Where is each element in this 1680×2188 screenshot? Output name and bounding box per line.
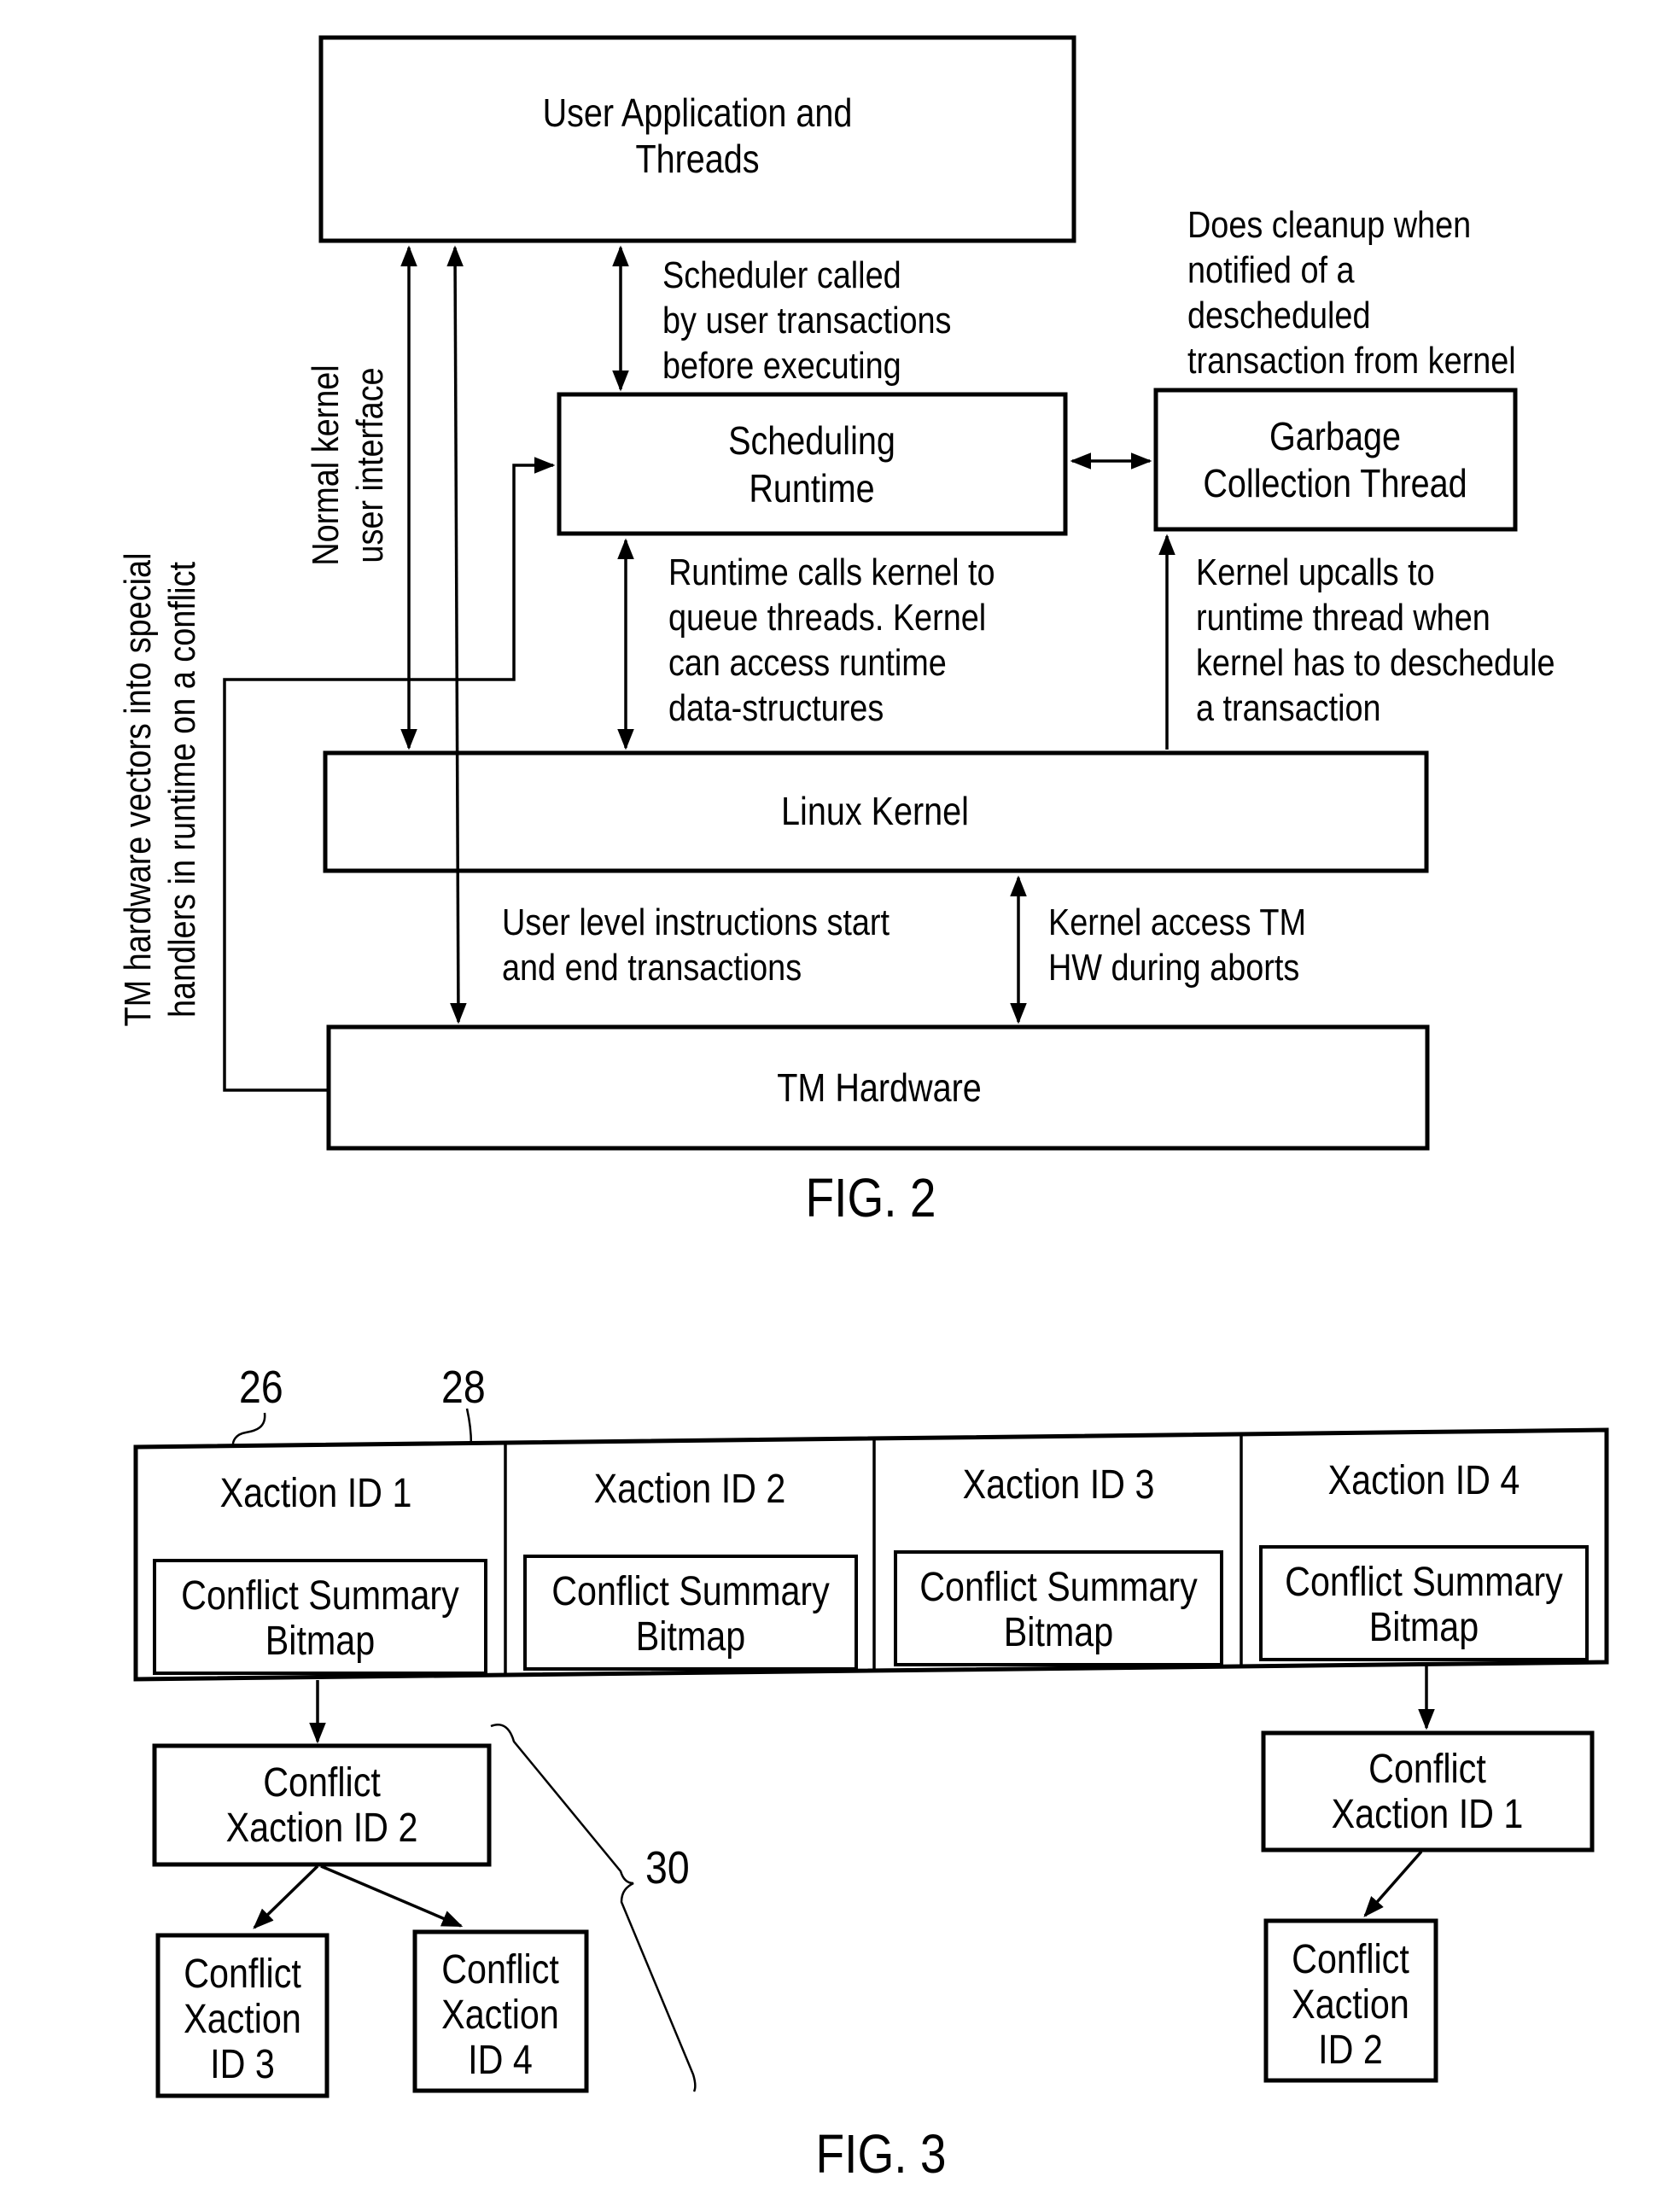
note-line: transaction from kernel <box>1187 339 1516 381</box>
conflict-node-label: Conflict <box>1292 1936 1409 1982</box>
bitmap-label-line: Conflict Summary <box>551 1568 830 1614</box>
kernel-access-tm-note: Kernel access TM HW during aborts <box>1048 901 1306 988</box>
transaction-id-label: Xaction ID 3 <box>963 1462 1155 1508</box>
conflict-node-label: ID 3 <box>210 2041 275 2087</box>
tm-hardware-label: TM Hardware <box>777 1066 982 1110</box>
user-to-tm-hardware-arrow <box>446 245 467 1024</box>
patent-figures: User Application and Threads Scheduling … <box>116 35 1609 2185</box>
transaction-id-label: Xaction ID 1 <box>220 1470 412 1516</box>
fig3: 26 28 Xaction ID 1 Conflict Summary Bitm… <box>133 1361 1609 2185</box>
conflict-node-label: Conflict <box>184 1951 301 1997</box>
ref-label-30: 30 <box>645 1841 690 1893</box>
bitmap-label-line: Bitmap <box>1369 1604 1479 1650</box>
conflict-node-x1-3: Conflict Xaction ID 3 <box>155 1933 330 2098</box>
note-line: Kernel access TM <box>1048 901 1306 942</box>
note-line: Scheduler called <box>662 254 901 295</box>
note-line: User level instructions start <box>502 901 890 942</box>
note-line: Does cleanup when <box>1187 203 1471 245</box>
bitmap-label-line: Bitmap <box>636 1613 745 1660</box>
note-line: user interface <box>348 367 390 563</box>
does-cleanup-note: Does cleanup when notified of a deschedu… <box>1187 203 1516 381</box>
fig3-caption: FIG. 3 <box>816 2123 947 2185</box>
note-line: TM hardware vectors into special <box>116 553 158 1027</box>
bitmap-label-line: Conflict Summary <box>919 1564 1198 1610</box>
conflict-2-to-4-arrow <box>320 1864 464 1928</box>
note-line: can access runtime <box>668 641 947 683</box>
note-line: runtime thread when <box>1196 596 1490 638</box>
note-line: HW during aborts <box>1048 946 1299 988</box>
bitmap-label-line: Conflict Summary <box>181 1572 459 1619</box>
user-application-label-line2: Threads <box>635 137 759 181</box>
note-line: Runtime calls kernel to <box>668 551 995 592</box>
note-line: before executing <box>662 344 901 386</box>
ref-label-28: 28 <box>441 1361 486 1413</box>
conflict-node-x1-2: Conflict Xaction ID 2 <box>152 1743 492 1867</box>
conflict-node-label: ID 2 <box>1318 2027 1383 2073</box>
note-line: notified of a <box>1187 248 1355 290</box>
bitmap-label-line: Conflict Summary <box>1285 1559 1563 1605</box>
user-level-instructions-note: User level instructions start and end tr… <box>502 901 890 988</box>
linux-kernel-box: Linux Kernel <box>323 750 1429 873</box>
bitmap-label-line: Bitmap <box>1004 1609 1113 1655</box>
transaction-id-label: Xaction ID 2 <box>594 1466 786 1512</box>
conflict-node-label: Conflict <box>263 1759 381 1806</box>
ref-leader-26 <box>231 1412 266 1448</box>
conflict-1-to-2-arrow <box>1363 1850 1423 1917</box>
note-line: data-structures <box>668 686 884 728</box>
linux-kernel-label: Linux Kernel <box>781 790 969 833</box>
note-line: and end transactions <box>502 946 802 988</box>
note-line: Kernel upcalls to <box>1196 551 1435 592</box>
note-line: handlers in runtime on a conflict <box>160 561 202 1018</box>
note-line: descheduled <box>1187 294 1371 335</box>
transaction-id-label: Xaction ID 4 <box>1328 1457 1520 1503</box>
conflict-node-label: Conflict <box>441 1946 559 1993</box>
conflict-node-label: Xaction <box>184 1996 301 2042</box>
normal-kernel-interface-note: Normal kernel user interface <box>304 365 390 565</box>
garbage-collection-label-line1: Garbage <box>1269 415 1401 458</box>
garbage-collection-label-line2: Collection Thread <box>1203 462 1467 505</box>
tm-hardware-vectors-note: TM hardware vectors into special handler… <box>116 553 202 1027</box>
scheduling-runtime-label-line2: Runtime <box>749 467 874 511</box>
conflict-node-label: Xaction <box>441 1992 559 2038</box>
conflict-node-x4-1: Conflict Xaction ID 1 <box>1261 1730 1595 1853</box>
user-application-box: User Application and Threads <box>318 35 1076 243</box>
fig2: User Application and Threads Scheduling … <box>116 35 1555 1228</box>
runtime-calls-kernel-note: Runtime calls kernel to queue threads. K… <box>668 551 995 728</box>
tm-hardware-box: TM Hardware <box>326 1024 1430 1151</box>
fig2-caption: FIG. 2 <box>806 1167 936 1228</box>
note-line: by user transactions <box>662 299 951 341</box>
conflict-2-to-3-arrow <box>253 1864 319 1929</box>
conflict-node-label: Xaction ID 1 <box>1332 1791 1524 1837</box>
transaction-table: Xaction ID 1 Conflict Summary Bitmap Xac… <box>133 1427 1609 1682</box>
garbage-collection-box: Garbage Collection Thread <box>1153 388 1518 532</box>
conflict-node-label: Xaction ID 2 <box>226 1805 418 1851</box>
bitmap-label-line: Bitmap <box>265 1618 375 1664</box>
scheduling-runtime-box: Scheduling Runtime <box>557 392 1068 536</box>
note-line: Normal kernel <box>304 365 346 565</box>
conflict-node-label: Xaction <box>1292 1981 1409 2028</box>
conflict-node-x1-4: Conflict Xaction ID 4 <box>412 1929 589 2093</box>
ref-label-26: 26 <box>239 1361 283 1413</box>
conflict-node-x4-2: Conflict Xaction ID 2 <box>1263 1918 1438 2083</box>
kernel-upcalls-note: Kernel upcalls to runtime thread when ke… <box>1196 551 1555 728</box>
user-application-label-line1: User Application and <box>543 91 853 135</box>
conflict-node-label: ID 4 <box>468 2037 533 2083</box>
scheduling-runtime-label-line1: Scheduling <box>728 419 895 463</box>
scheduler-called-note: Scheduler called by user transactions be… <box>662 254 951 386</box>
note-line: a transaction <box>1196 686 1381 728</box>
conflict-node-label: Conflict <box>1368 1746 1486 1792</box>
note-line: kernel has to deschedule <box>1196 641 1555 683</box>
note-line: queue threads. Kernel <box>668 596 986 638</box>
